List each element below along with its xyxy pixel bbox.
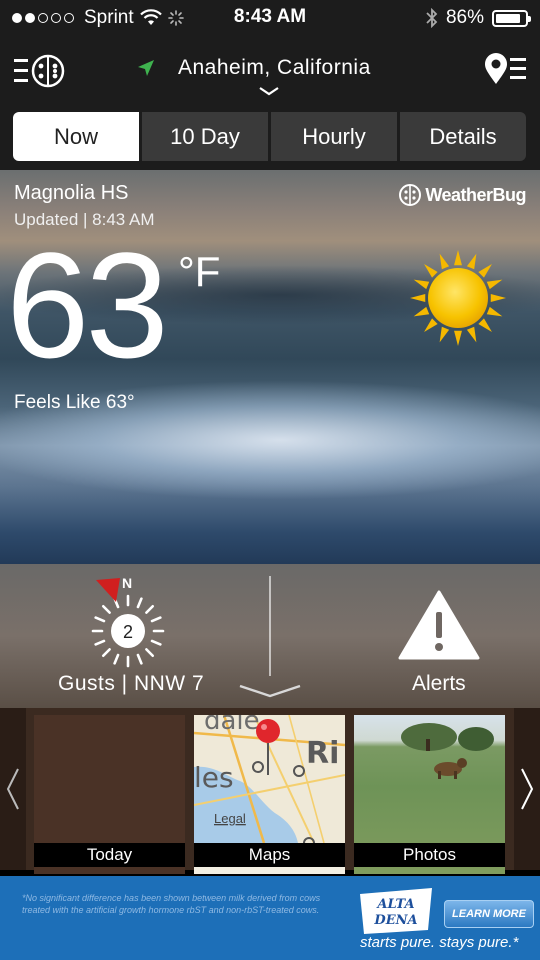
alta-dena-logo: ALTA DENA — [360, 888, 432, 934]
sun-ray — [439, 253, 450, 270]
battery-icon — [492, 9, 531, 27]
sun-ray — [490, 294, 506, 302]
tab-now[interactable]: Now — [13, 112, 139, 161]
sun-ray — [486, 279, 503, 290]
sun-ray — [439, 326, 450, 343]
learn-more-button[interactable]: LEARN MORE — [444, 900, 534, 928]
map-label-ri: Ri — [306, 736, 339, 771]
sun-ray — [413, 279, 430, 290]
gauge-tick — [150, 639, 162, 646]
panel-divider — [269, 576, 271, 676]
gauge-tick — [145, 648, 155, 658]
app-header: Anaheim, California — [0, 36, 540, 104]
tab-details[interactable]: Details — [400, 112, 526, 161]
tab-10-day[interactable]: 10 Day — [142, 112, 268, 161]
chevron-right-icon — [521, 768, 534, 810]
today-card[interactable]: Today — [34, 715, 185, 874]
wind-gauge[interactable]: 2 N — [86, 574, 170, 674]
sun-ray — [410, 294, 426, 302]
gauge-tick — [113, 653, 120, 665]
scroll-right-button[interactable] — [514, 708, 540, 870]
wind-alerts-band: 2 N Gusts | NNW 7 Alerts — [0, 564, 540, 708]
gauge-tick — [101, 604, 111, 614]
ad-fine-print: *No significant difference has been show… — [22, 893, 321, 915]
expand-chevron-icon[interactable] — [238, 684, 302, 698]
compass-needle-icon — [96, 578, 120, 602]
warning-icon[interactable] — [398, 590, 480, 660]
station-name: Magnolia HS — [14, 182, 129, 204]
location-list-icon[interactable] — [484, 52, 526, 86]
sun-ray — [424, 318, 438, 332]
wind-gusts: Gusts | NNW 7 — [58, 672, 205, 695]
photos-card[interactable]: Photos — [354, 715, 505, 874]
compass-north-label: N — [122, 575, 132, 591]
sun-ray — [454, 250, 462, 266]
sun-ray — [454, 330, 462, 346]
svg-text:DENA: DENA — [373, 913, 417, 928]
sun-ray — [466, 253, 477, 270]
scroll-left-button[interactable] — [0, 708, 26, 870]
gauge-tick — [94, 639, 106, 646]
battery-fill — [496, 13, 521, 23]
maps-card[interactable]: dale Ri les Legal Maps — [194, 715, 345, 874]
map-legal-link: Legal — [214, 811, 246, 826]
brand-name: WeatherBug — [425, 184, 526, 205]
map-preview: dale Ri les Legal — [194, 715, 345, 849]
bluetooth-icon — [426, 8, 438, 28]
gauge-tick — [101, 648, 111, 658]
weatherbug-logo-icon — [399, 184, 422, 206]
tab-hourly[interactable]: Hourly — [271, 112, 397, 161]
today-caption: Today — [34, 843, 185, 867]
battery-percent: 86% — [445, 7, 484, 28]
temperature-value: 63 — [6, 221, 169, 389]
location-arrow-icon — [138, 60, 154, 76]
gauge-tick — [136, 653, 143, 665]
gauge-tick — [136, 597, 143, 609]
status-right: 86% — [426, 7, 531, 29]
sun-ray — [478, 264, 492, 278]
location-title[interactable]: Anaheim, California — [178, 56, 371, 80]
sunny-icon — [410, 250, 506, 346]
ad-banner[interactable]: *No significant difference has been show… — [0, 876, 540, 960]
tab-bar: Now 10 Day Hourly Details — [0, 104, 540, 170]
gauge-tick — [145, 604, 155, 614]
sun-ray — [486, 306, 503, 317]
menu-weatherbug-icon[interactable] — [14, 54, 68, 88]
sun-ray — [466, 326, 477, 343]
chevron-left-icon — [6, 768, 19, 810]
feels-like: Feels Like 63° — [14, 392, 135, 413]
chevron-down-icon[interactable] — [258, 86, 280, 96]
status-bar: Sprint 8:43 AM 86% — [0, 0, 540, 36]
map-label-les: les — [194, 761, 234, 794]
gauge-tick — [94, 616, 106, 623]
temperature-unit: °F — [178, 248, 221, 295]
svg-text:ALTA: ALTA — [375, 897, 414, 912]
thumbnail-strip: Today dale Ri les Legal Maps Photos — [0, 708, 540, 874]
weatherbug-logo: WeatherBug — [399, 184, 526, 206]
ad-tagline: starts pure. stays pure.* — [360, 934, 519, 951]
maps-caption: Maps — [194, 843, 345, 867]
gauge-tick — [150, 616, 162, 623]
wind-speed-badge: 2 — [123, 622, 133, 642]
photo-preview — [401, 723, 494, 779]
sun-ray — [424, 264, 438, 278]
alerts-label[interactable]: Alerts — [412, 672, 466, 696]
map-label-dale: dale — [204, 715, 260, 736]
current-conditions-panel: Magnolia HS Updated | 8:43 AM WeatherBug… — [0, 170, 540, 564]
sun-ray — [413, 306, 430, 317]
sun-ray — [478, 318, 492, 332]
photos-caption: Photos — [354, 843, 505, 867]
